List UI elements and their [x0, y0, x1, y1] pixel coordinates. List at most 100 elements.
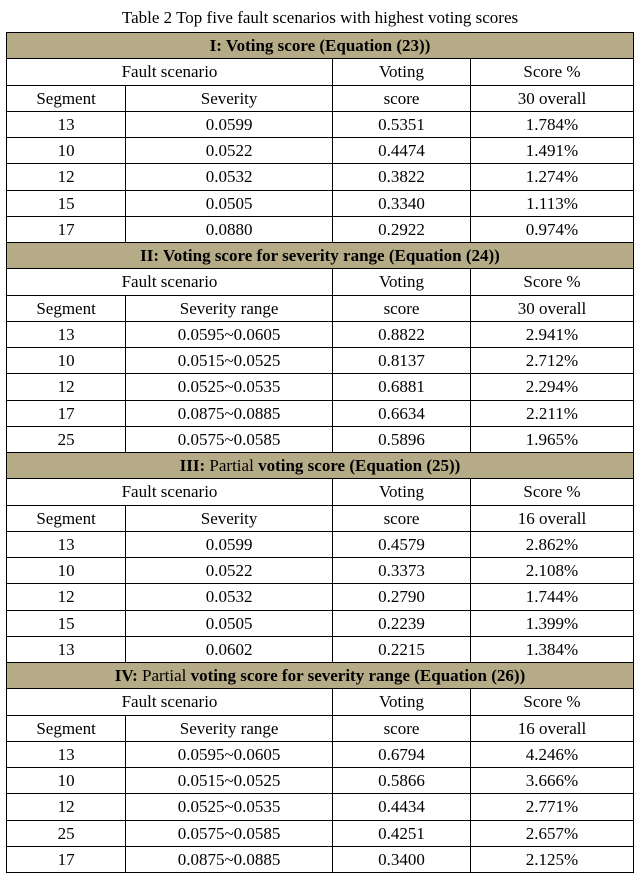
cell-voting-score: 0.2790	[333, 584, 471, 610]
table-row: 130.05990.53511.784%	[7, 111, 634, 137]
header-severity: Severity	[126, 505, 333, 531]
table-row: 250.0575~0.05850.42512.657%	[7, 820, 634, 846]
cell-severity: 0.0505	[126, 610, 333, 636]
section-title: voting score for severity range (Equatio…	[191, 666, 526, 685]
header-overall: 16 overall	[470, 505, 633, 531]
cell-severity: 0.0515~0.0525	[126, 768, 333, 794]
table-row: 170.08800.29220.974%	[7, 216, 634, 242]
section-header: IV: Partial voting score for severity ra…	[7, 663, 634, 689]
cell-voting-score: 0.8822	[333, 321, 471, 347]
table-row: 130.05990.45792.862%	[7, 531, 634, 557]
header-voting: Voting	[333, 689, 471, 715]
cell-severity: 0.0599	[126, 531, 333, 557]
cell-voting-score: 0.5866	[333, 768, 471, 794]
cell-score-pct: 2.294%	[470, 374, 633, 400]
table-row: 150.05050.33401.113%	[7, 190, 634, 216]
table-row: 120.05320.27901.744%	[7, 584, 634, 610]
table-row: 100.0515~0.05250.81372.712%	[7, 348, 634, 374]
table-row: 120.05320.38221.274%	[7, 164, 634, 190]
cell-score-pct: 1.965%	[470, 426, 633, 452]
cell-voting-score: 0.3400	[333, 846, 471, 872]
cell-score-pct: 1.491%	[470, 138, 633, 164]
table-row: 170.0875~0.08850.34002.125%	[7, 846, 634, 872]
header-score-pct: Score %	[470, 59, 633, 85]
cell-segment: 17	[7, 216, 126, 242]
cell-voting-score: 0.2215	[333, 636, 471, 662]
cell-voting-score: 0.3373	[333, 558, 471, 584]
cell-segment: 13	[7, 111, 126, 137]
cell-severity: 0.0575~0.0585	[126, 820, 333, 846]
header-voting: Voting	[333, 59, 471, 85]
cell-segment: 12	[7, 164, 126, 190]
table-row: 130.0595~0.06050.88222.941%	[7, 321, 634, 347]
cell-voting-score: 0.6794	[333, 741, 471, 767]
header-segment: Segment	[7, 295, 126, 321]
cell-voting-score: 0.4251	[333, 820, 471, 846]
cell-severity: 0.0525~0.0535	[126, 374, 333, 400]
cell-voting-score: 0.6881	[333, 374, 471, 400]
cell-voting-score: 0.3822	[333, 164, 471, 190]
cell-score-pct: 2.211%	[470, 400, 633, 426]
header-severity: Severity	[126, 85, 333, 111]
cell-score-pct: 1.399%	[470, 610, 633, 636]
cell-score-pct: 2.771%	[470, 794, 633, 820]
table-row: 130.0595~0.06050.67944.246%	[7, 741, 634, 767]
header-severity: Severity range	[126, 295, 333, 321]
cell-severity: 0.0522	[126, 558, 333, 584]
cell-severity: 0.0595~0.0605	[126, 741, 333, 767]
cell-voting-score: 0.4434	[333, 794, 471, 820]
header-score-pct: Score %	[470, 479, 633, 505]
table-row: 100.05220.44741.491%	[7, 138, 634, 164]
cell-segment: 12	[7, 794, 126, 820]
section-title: voting score (Equation (25))	[258, 456, 460, 475]
cell-segment: 10	[7, 348, 126, 374]
header-fault-scenario: Fault scenario	[7, 479, 333, 505]
header-segment: Segment	[7, 85, 126, 111]
header-voting-sub: score	[333, 295, 471, 321]
header-fault-scenario: Fault scenario	[7, 269, 333, 295]
header-voting-sub: score	[333, 85, 471, 111]
table-row: 100.0515~0.05250.58663.666%	[7, 768, 634, 794]
cell-voting-score: 0.8137	[333, 348, 471, 374]
cell-segment: 10	[7, 558, 126, 584]
cell-score-pct: 4.246%	[470, 741, 633, 767]
cell-severity: 0.0532	[126, 584, 333, 610]
header-overall: 16 overall	[470, 715, 633, 741]
cell-voting-score: 0.5351	[333, 111, 471, 137]
cell-segment: 10	[7, 768, 126, 794]
cell-score-pct: 1.384%	[470, 636, 633, 662]
fault-scenarios-table: I: Voting score (Equation (23))Fault sce…	[6, 32, 634, 873]
cell-segment: 10	[7, 138, 126, 164]
table-row: 100.05220.33732.108%	[7, 558, 634, 584]
header-overall: 30 overall	[470, 295, 633, 321]
cell-voting-score: 0.4474	[333, 138, 471, 164]
cell-severity: 0.0515~0.0525	[126, 348, 333, 374]
cell-severity: 0.0595~0.0605	[126, 321, 333, 347]
cell-voting-score: 0.4579	[333, 531, 471, 557]
section-prefix: III:	[180, 456, 210, 475]
header-voting: Voting	[333, 269, 471, 295]
header-fault-scenario: Fault scenario	[7, 59, 333, 85]
section-header: III: Partial voting score (Equation (25)…	[7, 453, 634, 479]
cell-severity: 0.0602	[126, 636, 333, 662]
section-prefix: IV:	[115, 666, 142, 685]
cell-segment: 25	[7, 820, 126, 846]
cell-segment: 12	[7, 584, 126, 610]
cell-severity: 0.0599	[126, 111, 333, 137]
cell-score-pct: 1.744%	[470, 584, 633, 610]
cell-voting-score: 0.3340	[333, 190, 471, 216]
cell-segment: 13	[7, 321, 126, 347]
cell-voting-score: 0.6634	[333, 400, 471, 426]
cell-severity: 0.0875~0.0885	[126, 846, 333, 872]
cell-segment: 12	[7, 374, 126, 400]
section-header: II: Voting score for severity range (Equ…	[7, 243, 634, 269]
cell-score-pct: 0.974%	[470, 216, 633, 242]
header-segment: Segment	[7, 715, 126, 741]
cell-severity: 0.0532	[126, 164, 333, 190]
cell-score-pct: 2.108%	[470, 558, 633, 584]
cell-severity: 0.0505	[126, 190, 333, 216]
header-score-pct: Score %	[470, 269, 633, 295]
section-header: I: Voting score (Equation (23))	[7, 33, 634, 59]
header-overall: 30 overall	[470, 85, 633, 111]
cell-score-pct: 1.784%	[470, 111, 633, 137]
